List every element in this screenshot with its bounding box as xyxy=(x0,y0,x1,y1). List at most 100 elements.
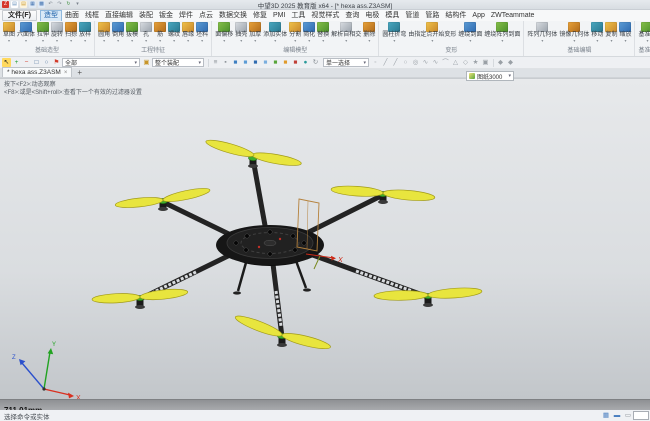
resolve-self-intersect-button[interactable]: 解析自相交▾ xyxy=(330,21,362,43)
list-icon[interactable]: ≡ xyxy=(211,58,220,67)
pick-curve-icon[interactable]: ∿ xyxy=(421,58,430,67)
sweep-button[interactable]: 扫掠▾ xyxy=(64,21,78,43)
filter-flag-icon[interactable]: ⚑ xyxy=(52,58,61,67)
tab-ZWTeammate[interactable]: ZWTeammate xyxy=(488,10,538,21)
selection-mode-dropdown[interactable]: 单一选择▾ xyxy=(323,58,369,67)
offset-face-button[interactable]: 面偏移▾ xyxy=(214,21,234,43)
replace-button[interactable]: 替换▾ xyxy=(316,21,330,43)
scope-icon[interactable]: ▣ xyxy=(142,58,151,67)
move-button[interactable]: 移动▾ xyxy=(590,21,604,43)
pick-point-icon[interactable]: ◦ xyxy=(371,58,380,67)
loft-button[interactable]: 放样▾ xyxy=(78,21,92,43)
viewport-canvas[interactable]: 按下<F2>:动态观察 <F8>:或是<Shift+roll>:查看下一个有效的… xyxy=(0,79,650,399)
copy-button[interactable]: 复制▾ xyxy=(604,21,618,43)
pick-last-icon[interactable]: ◆ xyxy=(496,58,505,67)
component-icon[interactable]: ▪ xyxy=(221,58,230,67)
pick-edge-icon[interactable]: ╱ xyxy=(391,58,400,67)
tab-结构件[interactable]: 结构件 xyxy=(442,10,469,21)
pattern-geometry-button[interactable]: 阵列几何体▾ xyxy=(526,21,558,43)
shell-button[interactable]: 抽壳▾ xyxy=(234,21,248,43)
tab-PMI[interactable]: PMI xyxy=(270,10,288,21)
tab-数据交换[interactable]: 数据交换 xyxy=(216,10,250,21)
pick-circle-icon[interactable]: ○ xyxy=(401,58,410,67)
tab-修复[interactable]: 修复 xyxy=(250,10,270,21)
display-icon[interactable]: ▬ xyxy=(613,412,621,420)
remove-select-icon[interactable]: − xyxy=(22,58,31,67)
globe-icon[interactable]: ● xyxy=(301,58,310,67)
stock-button[interactable]: 坯料▾ xyxy=(195,21,209,43)
pick-ellipse-icon[interactable]: ◎ xyxy=(411,58,420,67)
fillet-button[interactable]: 圆角▾ xyxy=(97,21,111,43)
pick-spline-icon[interactable]: ∿ xyxy=(431,58,440,67)
pick-face-icon[interactable]: △ xyxy=(451,58,460,67)
add-select-icon[interactable]: + xyxy=(12,58,21,67)
document-tab[interactable]: * hexa ass.Z3ASM × xyxy=(2,67,72,77)
thicken-button[interactable]: 加厚▾ xyxy=(248,21,262,43)
tab-视觉样式[interactable]: 视觉样式 xyxy=(308,10,342,21)
simplify-button[interactable]: 简化▾ xyxy=(302,21,316,43)
pick-line-icon[interactable]: ╱ xyxy=(381,58,390,67)
tab-线框[interactable]: 线框 xyxy=(82,10,102,21)
sheet-filter-icon[interactable]: ■ xyxy=(261,58,270,67)
pick-box-icon[interactable]: □ xyxy=(32,58,41,67)
datum-plane-button[interactable]: 基准面▾ xyxy=(637,21,650,43)
extrude-button[interactable]: 拉伸▾ xyxy=(36,21,50,43)
wrap-to-face-button[interactable]: 缠绕到面▾ xyxy=(457,21,483,43)
tab-管道[interactable]: 管道 xyxy=(402,10,422,21)
part-filter-icon[interactable]: ■ xyxy=(231,58,240,67)
view-triad[interactable]: X Y Z xyxy=(12,342,81,399)
sheet-selector[interactable]: 图纸3000 ▾ xyxy=(466,71,514,81)
tab-焊件[interactable]: 焊件 xyxy=(176,10,196,21)
status-input[interactable] xyxy=(633,411,649,420)
tab-造型[interactable]: 造型 xyxy=(40,10,62,21)
cylinder-bend-button[interactable]: 圆柱折弯▾ xyxy=(381,21,407,43)
revolve-button[interactable]: 旋转▾ xyxy=(50,21,64,43)
tab-工具[interactable]: 工具 xyxy=(288,10,308,21)
folder-green-icon[interactable]: ■ xyxy=(271,58,280,67)
tab-查询[interactable]: 查询 xyxy=(342,10,362,21)
close-tab-icon[interactable]: × xyxy=(64,70,68,76)
folder-orange-icon[interactable]: ■ xyxy=(281,58,290,67)
pick-feature-icon[interactable]: ★ xyxy=(471,58,480,67)
wrap-pattern-to-face-button[interactable]: 缠绕阵列到面▾ xyxy=(483,21,521,43)
minimize-window-icon[interactable]: ▭ xyxy=(624,412,632,420)
pick-lasso-icon[interactable]: ○ xyxy=(42,58,51,67)
pick-shape-icon[interactable]: ◇ xyxy=(461,58,470,67)
rib-button[interactable]: 筋▾ xyxy=(153,21,167,43)
shape-filter-icon[interactable]: ■ xyxy=(241,58,250,67)
tab-直接编辑[interactable]: 直接编辑 xyxy=(102,10,136,21)
hole-button[interactable]: 孔▾ xyxy=(139,21,153,43)
pick-sketch-icon[interactable]: ▣ xyxy=(481,58,490,67)
select-cursor-icon[interactable]: ↖ xyxy=(2,58,11,67)
tab-电极[interactable]: 电极 xyxy=(362,10,382,21)
chamfer-button[interactable]: 倒角▾ xyxy=(111,21,125,43)
thread-button[interactable]: 螺纹▾ xyxy=(167,21,181,43)
hexacopter-model[interactable]: X xyxy=(0,79,650,399)
center-hub[interactable] xyxy=(216,225,324,266)
pick-arc-icon[interactable]: ⌒ xyxy=(441,58,450,67)
filter-type-dropdown[interactable]: 全部▾ xyxy=(62,58,140,67)
tab-点云[interactable]: 点云 xyxy=(196,10,216,21)
library-icon[interactable]: ■ xyxy=(291,58,300,67)
sketch-button[interactable]: 草图▾ xyxy=(2,21,16,43)
box-button[interactable]: 六面体▾ xyxy=(16,21,36,43)
mirror-geometry-button[interactable]: 镜像几何体▾ xyxy=(558,21,590,43)
draft-button[interactable]: 拔模▾ xyxy=(125,21,139,43)
tab-管路[interactable]: 管路 xyxy=(422,10,442,21)
split-button[interactable]: 分割▾ xyxy=(288,21,302,43)
lip-button[interactable]: 唇缘▾ xyxy=(181,21,195,43)
history-icon[interactable]: ↻ xyxy=(311,58,320,67)
tab-曲面[interactable]: 曲面 xyxy=(62,10,82,21)
assembly-filter-icon[interactable]: ■ xyxy=(251,58,260,67)
tab-钣金[interactable]: 钣金 xyxy=(156,10,176,21)
file-menu-button[interactable]: 文件(F) xyxy=(2,10,37,21)
new-tab-button[interactable]: + xyxy=(77,68,82,77)
tab-装配[interactable]: 装配 xyxy=(136,10,156,21)
deform-from-point-button[interactable]: 由指定点开始变形▾ xyxy=(407,21,457,43)
tab-模具[interactable]: 模具 xyxy=(382,10,402,21)
pick-history-icon[interactable]: ◆ xyxy=(506,58,515,67)
delete-button[interactable]: 删除▾ xyxy=(362,21,376,43)
add-solid-button[interactable]: 添加实体▾ xyxy=(262,21,288,43)
layout-icon[interactable]: ▦ xyxy=(602,412,610,420)
scale-button[interactable]: 缩放▾ xyxy=(618,21,632,43)
